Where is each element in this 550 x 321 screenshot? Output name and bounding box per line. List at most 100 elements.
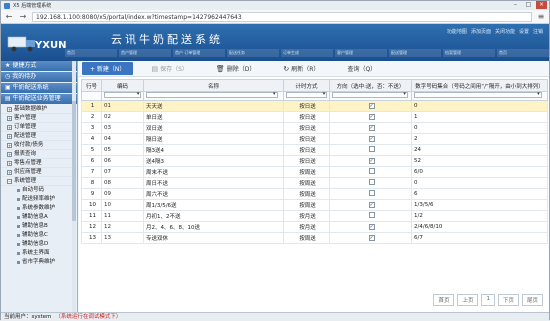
- numbers-cell[interactable]: 0: [411, 177, 548, 189]
- row-no-cell[interactable]: 3: [81, 122, 102, 134]
- sidebar-item-orders[interactable]: + 订单管理: [1, 123, 77, 132]
- direction-cell[interactable]: [329, 166, 412, 178]
- mode-cell[interactable]: 按日送: [283, 155, 330, 167]
- name-cell[interactable]: 周日不送: [143, 177, 284, 189]
- sidebar-head-business[interactable]: ▤ 牛奶配送业务管理: [1, 94, 77, 104]
- sidebar-head-system[interactable]: ▣ 牛奶配送系统: [1, 83, 77, 93]
- code-cell[interactable]: 07: [101, 166, 144, 178]
- name-cell[interactable]: 双日送: [143, 122, 284, 134]
- sidebar-sub-delivery-freq[interactable]: 配送频率维护: [1, 195, 77, 204]
- code-cell[interactable]: 10: [101, 199, 144, 211]
- sidebar-item-system-mgmt[interactable]: − 系统管理: [1, 177, 77, 186]
- direction-checkbox[interactable]: [368, 179, 375, 185]
- code-cell[interactable]: 13: [101, 232, 144, 244]
- sidebar-head-todo[interactable]: ◷ 我的待办: [1, 72, 77, 82]
- code-cell[interactable]: 06: [101, 155, 144, 167]
- expand-icon[interactable]: +: [7, 115, 12, 121]
- row-no-cell[interactable]: 2: [81, 111, 102, 123]
- direction-checkbox[interactable]: ✓: [368, 125, 375, 131]
- mode-cell[interactable]: 按日送: [283, 144, 330, 156]
- numbers-cell[interactable]: 0: [411, 122, 548, 134]
- minimize-icon[interactable]: –: [510, 1, 521, 9]
- name-cell[interactable]: 单日送: [143, 111, 284, 123]
- direction-checkbox[interactable]: ✓: [368, 114, 375, 120]
- collapse-icon[interactable]: −: [7, 178, 12, 184]
- nav-tab[interactable]: 首户 订单管理: [173, 49, 225, 57]
- prev-page-button[interactable]: 上页: [457, 294, 479, 306]
- expand-icon[interactable]: +: [7, 160, 12, 166]
- row-no-cell[interactable]: 13: [81, 232, 102, 244]
- table-row[interactable]: 13 13 专送双休 按周送 ✓ 6/7: [81, 232, 548, 244]
- nav-tab[interactable]: 配送任务: [227, 49, 279, 57]
- nav-tab[interactable]: 客户管理: [335, 49, 387, 57]
- filter-select[interactable]: [104, 92, 142, 98]
- numbers-cell[interactable]: 24: [411, 144, 548, 156]
- numbers-cell[interactable]: 1/3/5/6: [411, 199, 548, 211]
- direction-checkbox[interactable]: [368, 146, 375, 152]
- next-page-button[interactable]: 下页: [497, 294, 519, 306]
- mode-cell[interactable]: 按周送: [283, 199, 330, 211]
- table-row[interactable]: 9 09 周六不送 按周送 6: [81, 188, 548, 200]
- nav-tab[interactable]: 配送管理: [389, 49, 441, 57]
- sidebar-item-customers[interactable]: + 客户管理: [1, 114, 77, 123]
- sidebar-scrollbar[interactable]: [72, 61, 76, 312]
- direction-cell[interactable]: [329, 177, 412, 189]
- direction-checkbox[interactable]: ✓: [368, 103, 375, 109]
- browser-menu-icon[interactable]: ≡: [536, 12, 546, 22]
- mode-cell[interactable]: 按日送: [283, 111, 330, 123]
- name-cell[interactable]: 周六不送: [143, 188, 284, 200]
- code-cell[interactable]: 08: [101, 177, 144, 189]
- nav-tab[interactable]: 订单生成: [281, 49, 333, 57]
- col-header-name[interactable]: 名称: [143, 79, 284, 92]
- link-settings[interactable]: 设置: [519, 28, 529, 35]
- col-header-direction[interactable]: 方向（选中:送，否：不送）: [329, 79, 412, 92]
- table-row[interactable]: 6 06 送4隔3 按日送 ✓ 52: [81, 155, 548, 167]
- direction-checkbox[interactable]: ✓: [368, 158, 375, 164]
- forward-icon[interactable]: →: [18, 12, 28, 22]
- code-cell[interactable]: 11: [101, 210, 144, 222]
- col-header-mode[interactable]: 计时方式: [283, 79, 330, 92]
- code-cell[interactable]: 05: [101, 144, 144, 156]
- direction-checkbox[interactable]: ✓: [368, 136, 375, 142]
- mode-cell[interactable]: 按周送: [283, 188, 330, 200]
- row-no-cell[interactable]: 6: [81, 155, 102, 167]
- direction-cell[interactable]: ✓: [329, 199, 412, 211]
- link-add-page[interactable]: 添加页面: [471, 28, 491, 35]
- row-no-cell[interactable]: 10: [81, 199, 102, 211]
- table-row[interactable]: 2 02 单日送 按日送 ✓ 1: [81, 111, 548, 123]
- direction-checkbox[interactable]: [368, 190, 375, 196]
- col-header-row-no[interactable]: 行号: [81, 79, 102, 92]
- direction-cell[interactable]: ✓: [329, 232, 412, 244]
- direction-cell[interactable]: ✓: [329, 155, 412, 167]
- filter-select[interactable]: [146, 92, 278, 98]
- table-row[interactable]: 10 10 周1/3/5/6送 按周送 ✓ 1/3/5/6: [81, 199, 548, 211]
- expand-icon[interactable]: +: [7, 142, 12, 148]
- table-row[interactable]: 1 01 天天送 按日送 ✓ 0: [81, 100, 548, 112]
- close-icon[interactable]: ×: [536, 1, 547, 9]
- mode-cell[interactable]: 按月送: [283, 221, 330, 233]
- expand-icon[interactable]: +: [7, 106, 12, 112]
- direction-checkbox[interactable]: [368, 212, 375, 218]
- name-cell[interactable]: 月2、4、6、8、10送: [143, 221, 284, 233]
- code-cell[interactable]: 03: [101, 122, 144, 134]
- link-feature-map[interactable]: 功能地图: [447, 28, 467, 35]
- code-cell[interactable]: 02: [101, 111, 144, 123]
- mode-cell[interactable]: 按周送: [283, 166, 330, 178]
- table-row[interactable]: 5 05 隔3送4 按日送 24: [81, 144, 548, 156]
- sidebar-sub-aux-d[interactable]: 辅助信息D: [1, 240, 77, 249]
- row-no-cell[interactable]: 9: [81, 188, 102, 200]
- numbers-cell[interactable]: 2: [411, 133, 548, 145]
- delete-button[interactable]: 🗑 删除（D）: [206, 64, 266, 74]
- direction-checkbox[interactable]: ✓: [368, 224, 375, 230]
- filter-select[interactable]: [286, 92, 328, 98]
- mode-cell[interactable]: 按日送: [283, 122, 330, 134]
- table-row[interactable]: 3 03 双日送 按日送 ✓ 0: [81, 122, 548, 134]
- table-row[interactable]: 7 07 周末不送 按周送 6/0: [81, 166, 548, 178]
- table-row[interactable]: 12 12 月2、4、6、8、10送 按月送 ✓ 2/4/6/8/10: [81, 221, 548, 233]
- name-cell[interactable]: 周1/3/5/6送: [143, 199, 284, 211]
- row-no-cell[interactable]: 4: [81, 133, 102, 145]
- link-logout[interactable]: 注销: [533, 28, 543, 35]
- sidebar-item-basic-data[interactable]: + 基础数据维护: [1, 105, 77, 114]
- table-row[interactable]: 4 04 隔日送 按日送 ✓ 2: [81, 133, 548, 145]
- col-header-code[interactable]: 编码: [101, 79, 144, 92]
